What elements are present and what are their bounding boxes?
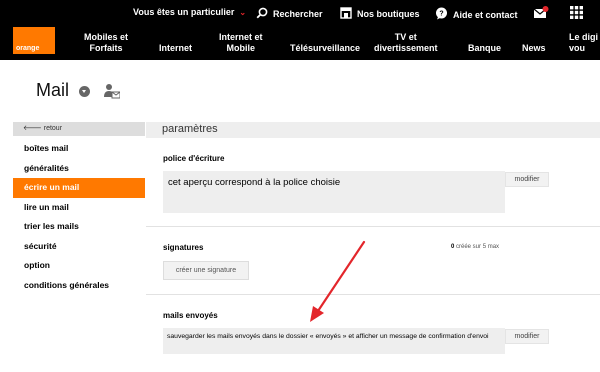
nav-telesurveillance[interactable]: Télésurveillance xyxy=(290,43,360,54)
nav-news[interactable]: News xyxy=(522,43,546,54)
shops-label: Nos boutiques xyxy=(357,9,420,19)
nav-label-line2: Forfaits xyxy=(89,43,123,53)
nav-label-line1: Mobiles et xyxy=(84,32,129,42)
apps-grid[interactable] xyxy=(570,6,583,21)
nav-label-line1: Le digi xyxy=(569,32,598,42)
particulier-label: Vous êtes un particulier xyxy=(133,7,235,17)
nav-label-line2: divertissement xyxy=(374,43,438,53)
sidebar-item-securite[interactable]: sécurité xyxy=(13,237,145,257)
chevron-down-icon: ⌄ xyxy=(239,7,247,17)
grid-icon xyxy=(570,6,583,21)
nav-mobiles-forfaits[interactable]: Mobiles et Forfaits xyxy=(84,32,128,54)
page-title: Mail xyxy=(36,80,70,100)
sidebar-item-ecrire-un-mail[interactable]: écrire un mail xyxy=(13,178,145,198)
nav-label-line1: Internet et xyxy=(219,32,263,42)
signature-count: 0 créée sur 5 max xyxy=(451,244,499,250)
chat-icon: ? xyxy=(435,7,448,22)
envelope-icon xyxy=(533,6,549,22)
create-signature-button[interactable]: créer une signature xyxy=(163,261,249,280)
sidebar-item-option[interactable]: option xyxy=(13,256,145,276)
particulier-selector[interactable]: Vous êtes un particulier ⌄ xyxy=(133,7,246,17)
utility-bar: Vous êtes un particulier ⌄ Rechercher No… xyxy=(0,0,600,27)
sidebar-item-trier-les-mails[interactable]: trier les mails xyxy=(13,217,145,237)
section-divider xyxy=(146,226,600,227)
shop-icon xyxy=(340,7,352,21)
sidebar-item-boites-mail[interactable]: boîtes mail xyxy=(13,139,145,159)
nav-label-line1: TV et xyxy=(394,32,417,42)
logo-text: orange xyxy=(16,45,40,52)
back-label: retour xyxy=(43,125,63,132)
nav-internet[interactable]: Internet xyxy=(159,43,192,54)
search-icon xyxy=(256,7,268,21)
search-label: Rechercher xyxy=(273,9,323,19)
nav-digital[interactable]: Le digi vou xyxy=(569,32,598,54)
signatures-section-title: signatures xyxy=(163,243,204,252)
sidebar-item-conditions-generales[interactable]: conditions générales xyxy=(13,276,145,296)
user-settings-icon[interactable] xyxy=(104,83,121,104)
section-divider xyxy=(146,294,600,295)
sidebar-menu: boîtes mail généralités écrire un mail l… xyxy=(13,139,145,295)
settings-heading: paramètres xyxy=(162,123,218,135)
mail-dropdown-icon[interactable] xyxy=(79,86,90,97)
sidebar-item-generalites[interactable]: généralités xyxy=(13,159,145,179)
nav-label-line2: vou xyxy=(569,43,586,53)
sent-modify-button[interactable]: modifier xyxy=(505,329,549,344)
nav-label-line2: Mobile xyxy=(226,43,256,53)
annotation-arrow-icon xyxy=(300,238,370,333)
font-modify-button[interactable]: modifier xyxy=(505,172,549,187)
search-link[interactable]: Rechercher xyxy=(256,7,323,21)
nav-label-line1: News xyxy=(522,43,546,53)
nav-banque[interactable]: Banque xyxy=(468,43,501,54)
top-header: Vous êtes un particulier ⌄ Rechercher No… xyxy=(0,0,600,60)
help-label: Aide et contact xyxy=(453,9,518,20)
settings-header: paramètres xyxy=(146,122,600,138)
back-link[interactable]: 🡐 retour xyxy=(13,122,145,136)
nav-label-line1: Télésurveillance xyxy=(290,43,361,53)
help-link[interactable]: ? Aide et contact xyxy=(435,7,518,22)
svg-text:?: ? xyxy=(439,11,443,18)
font-section-title: police d'écriture xyxy=(163,154,225,163)
shops-link[interactable]: Nos boutiques xyxy=(340,7,420,21)
signature-count-suffix: créée sur 5 max xyxy=(454,244,500,250)
mail-link[interactable] xyxy=(533,6,549,22)
nav-label-line1: Banque xyxy=(468,43,502,53)
nav-label-line1: Internet xyxy=(159,43,193,53)
nav-tv-divertissement[interactable]: TV et divertissement xyxy=(374,32,438,54)
sent-section-title: mails envoyés xyxy=(163,311,218,320)
arrow-left-icon: 🡐 xyxy=(23,125,42,132)
sidebar-item-lire-un-mail[interactable]: lire un mail xyxy=(13,198,145,218)
font-preview: cet aperçu correspond à la police choisi… xyxy=(163,171,505,213)
orange-logo[interactable]: orange xyxy=(13,27,55,54)
nav-internet-mobile[interactable]: Internet et Mobile xyxy=(219,32,263,54)
